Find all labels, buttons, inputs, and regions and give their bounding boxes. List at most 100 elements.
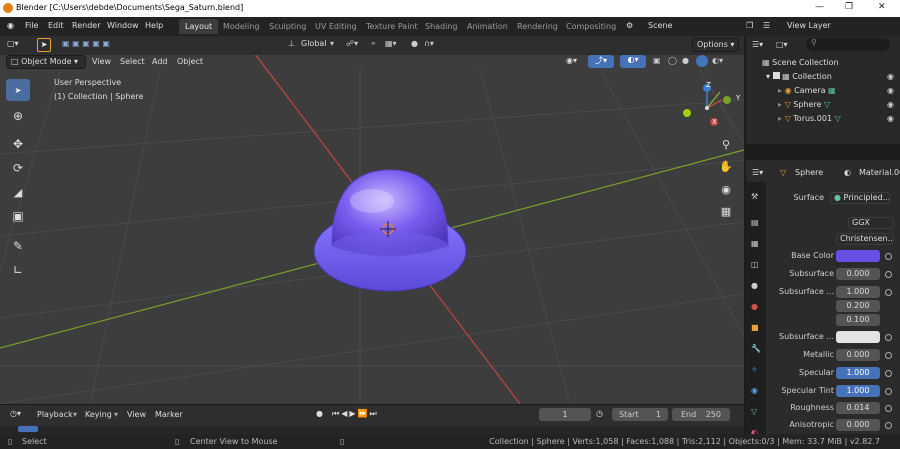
current-frame-field[interactable]: 1 (539, 408, 591, 421)
link-dot-icon[interactable] (885, 405, 892, 412)
xray-icon[interactable]: ▣ (653, 56, 661, 65)
eye-icon[interactable]: ◉ (887, 86, 894, 95)
physics-tab-icon[interactable]: ◉ (751, 386, 758, 395)
outliner-editor-icon[interactable]: ☰▾ (752, 40, 763, 49)
tab-rendering[interactable]: Rendering (511, 19, 564, 34)
outliner-item-torus[interactable]: ▸ ▽ Torus.001 ▽ (778, 114, 841, 123)
minimize-icon[interactable]: — (815, 2, 824, 12)
snap-target-icon[interactable]: ▦▾ (385, 39, 397, 48)
view-layer-name[interactable]: View Layer (787, 21, 831, 30)
tab-uv-editing[interactable]: UV Editing (309, 19, 363, 34)
rendered-shading-icon[interactable]: ◐▾ (712, 56, 723, 65)
surface-shader-dropdown[interactable]: ● Principled... (830, 192, 890, 204)
menu-help[interactable]: Help (145, 21, 163, 30)
scene-name[interactable]: Scene (648, 21, 672, 30)
transform-orientation-icon[interactable]: ⊥ (288, 39, 295, 48)
end-frame-field[interactable]: End 250 (672, 408, 730, 421)
select-box-tool[interactable]: ➤ (6, 79, 30, 101)
menu-view[interactable]: View (127, 410, 146, 419)
3d-viewport[interactable]: ▢▾ ➤ ▣ ▣ ▣ ▣ ▣ ⊥ Global ▾ ☍▾ ⚭ ▦▾ ● ∩▾ O… (0, 36, 744, 404)
menu-view[interactable]: View (92, 57, 111, 66)
tab-sculpting[interactable]: Sculpting (263, 19, 312, 34)
tab-layout[interactable]: Layout (179, 19, 219, 34)
checkbox-icon[interactable] (772, 72, 780, 79)
menu-edit[interactable]: Edit (48, 21, 64, 30)
distribution-dropdown[interactable]: GGX (848, 217, 894, 229)
menu-file[interactable]: File (25, 21, 38, 30)
gizmo-toggle-icon[interactable]: ⤴▾ (588, 55, 614, 68)
outliner-search-input[interactable]: ⚲ (806, 38, 890, 51)
link-dot-icon[interactable] (885, 388, 892, 395)
scene-icon[interactable]: ⚙ (626, 21, 633, 30)
subsurface-color-swatch[interactable] (836, 331, 880, 343)
move-tool[interactable]: ✥ (6, 133, 30, 155)
select-mode-icon[interactable]: ➤ (37, 38, 51, 52)
subsurface-radius-x-field[interactable]: 1.000 (836, 286, 880, 298)
link-dot-icon[interactable] (885, 352, 892, 359)
pan-view-button[interactable]: ✋ (716, 156, 736, 176)
menu-keying[interactable]: Keying (85, 410, 112, 419)
subsurface-radius-z-field[interactable]: 0.100 (836, 314, 880, 326)
scale-tool[interactable]: ◢ (6, 181, 30, 203)
perspective-toggle-button[interactable]: ▦ (716, 201, 736, 221)
mode-dropdown[interactable]: □ Object Mode ▾ (6, 55, 86, 69)
playback-controls-icon[interactable]: ⏮◀▶⏩⏭ (332, 409, 379, 419)
eye-icon[interactable]: ◉ (887, 100, 894, 109)
link-dot-icon[interactable] (885, 334, 892, 341)
sphere-object[interactable] (313, 169, 467, 292)
selection-modes-icon[interactable]: ▣ ▣ ▣ ▣ ▣ (62, 39, 110, 48)
display-mode-icon[interactable]: □▾ (776, 40, 788, 49)
scene-tab-icon[interactable]: ● (751, 281, 758, 290)
subsurface-method-dropdown[interactable]: Christensen... (836, 233, 894, 245)
wireframe-shading-icon[interactable]: ◯ (668, 56, 677, 65)
proportional-falloff-icon[interactable]: ∩▾ (424, 39, 434, 48)
measure-tool[interactable]: ∟ (6, 259, 30, 281)
link-dot-icon[interactable] (885, 271, 892, 278)
start-frame-field[interactable]: Start 1 (612, 408, 668, 421)
tab-animation[interactable]: Animation (461, 19, 514, 34)
snap-icon[interactable]: ⚭ (370, 39, 377, 48)
eye-icon[interactable]: ◉ (887, 72, 894, 81)
outliner-item-scene-collection[interactable]: ▦ Scene Collection (762, 58, 839, 67)
zoom-view-button[interactable]: ⚲ (716, 134, 736, 154)
output-tab-icon[interactable]: ▦ (751, 239, 759, 248)
playhead[interactable] (18, 426, 38, 432)
menu-playback[interactable]: Playback (37, 410, 73, 419)
menu-select[interactable]: Select (120, 57, 145, 66)
menu-render[interactable]: Render (72, 21, 100, 30)
maximize-icon[interactable]: ❐ (845, 2, 853, 12)
view-layer-icon[interactable]: ☰ (763, 21, 770, 30)
annotate-tool[interactable]: ✎ (6, 235, 30, 257)
overlay-toggle-icon[interactable]: ◐▾ (620, 55, 646, 68)
menu-object[interactable]: Object (177, 57, 203, 66)
menu-marker[interactable]: Marker (155, 410, 183, 419)
anisotropic-field[interactable]: 0.000 (836, 419, 880, 431)
outliner-item-sphere[interactable]: ▸ ▽ Sphere ▽ (778, 100, 830, 109)
menu-add[interactable]: Add (152, 57, 168, 66)
link-dot-icon[interactable] (885, 253, 892, 260)
timeline-editor-icon[interactable]: ◷▾ (10, 409, 21, 418)
editor-type-icon[interactable]: ▢▾ (7, 39, 19, 48)
outliner-item-collection[interactable]: ▾ ▦ Collection (766, 72, 832, 81)
base-color-swatch[interactable] (836, 250, 880, 262)
rotate-tool[interactable]: ⟳ (6, 157, 30, 179)
pivot-point-icon[interactable]: ☍▾ (346, 39, 358, 48)
cursor-tool[interactable]: ⊕ (6, 105, 30, 127)
properties-editor-icon[interactable]: ☰▾ (752, 168, 763, 177)
object-tab-icon[interactable]: ■ (751, 323, 759, 332)
camera-view-button[interactable]: ◉ (716, 179, 736, 199)
tab-shading[interactable]: Shading (419, 19, 464, 34)
link-dot-icon[interactable] (885, 422, 892, 429)
eye-icon[interactable]: ◉ (887, 114, 894, 123)
tool-tab-icon[interactable]: ⚒ (751, 192, 758, 201)
timeline-scrubber[interactable] (0, 426, 744, 434)
transform-orientation-dropdown[interactable]: Global (301, 39, 327, 48)
view-layer-tab-icon[interactable]: ◫ (751, 260, 759, 269)
blender-menu-icon[interactable]: ◉ (7, 21, 14, 30)
tab-texture-paint[interactable]: Texture Paint (360, 19, 424, 34)
metallic-field[interactable]: 0.000 (836, 349, 880, 361)
particles-tab-icon[interactable]: ✧ (751, 365, 758, 374)
material-preview-shading-icon[interactable] (696, 55, 708, 67)
transform-tool[interactable]: ▣ (6, 205, 30, 227)
proportional-edit-icon[interactable]: ● (411, 39, 418, 48)
